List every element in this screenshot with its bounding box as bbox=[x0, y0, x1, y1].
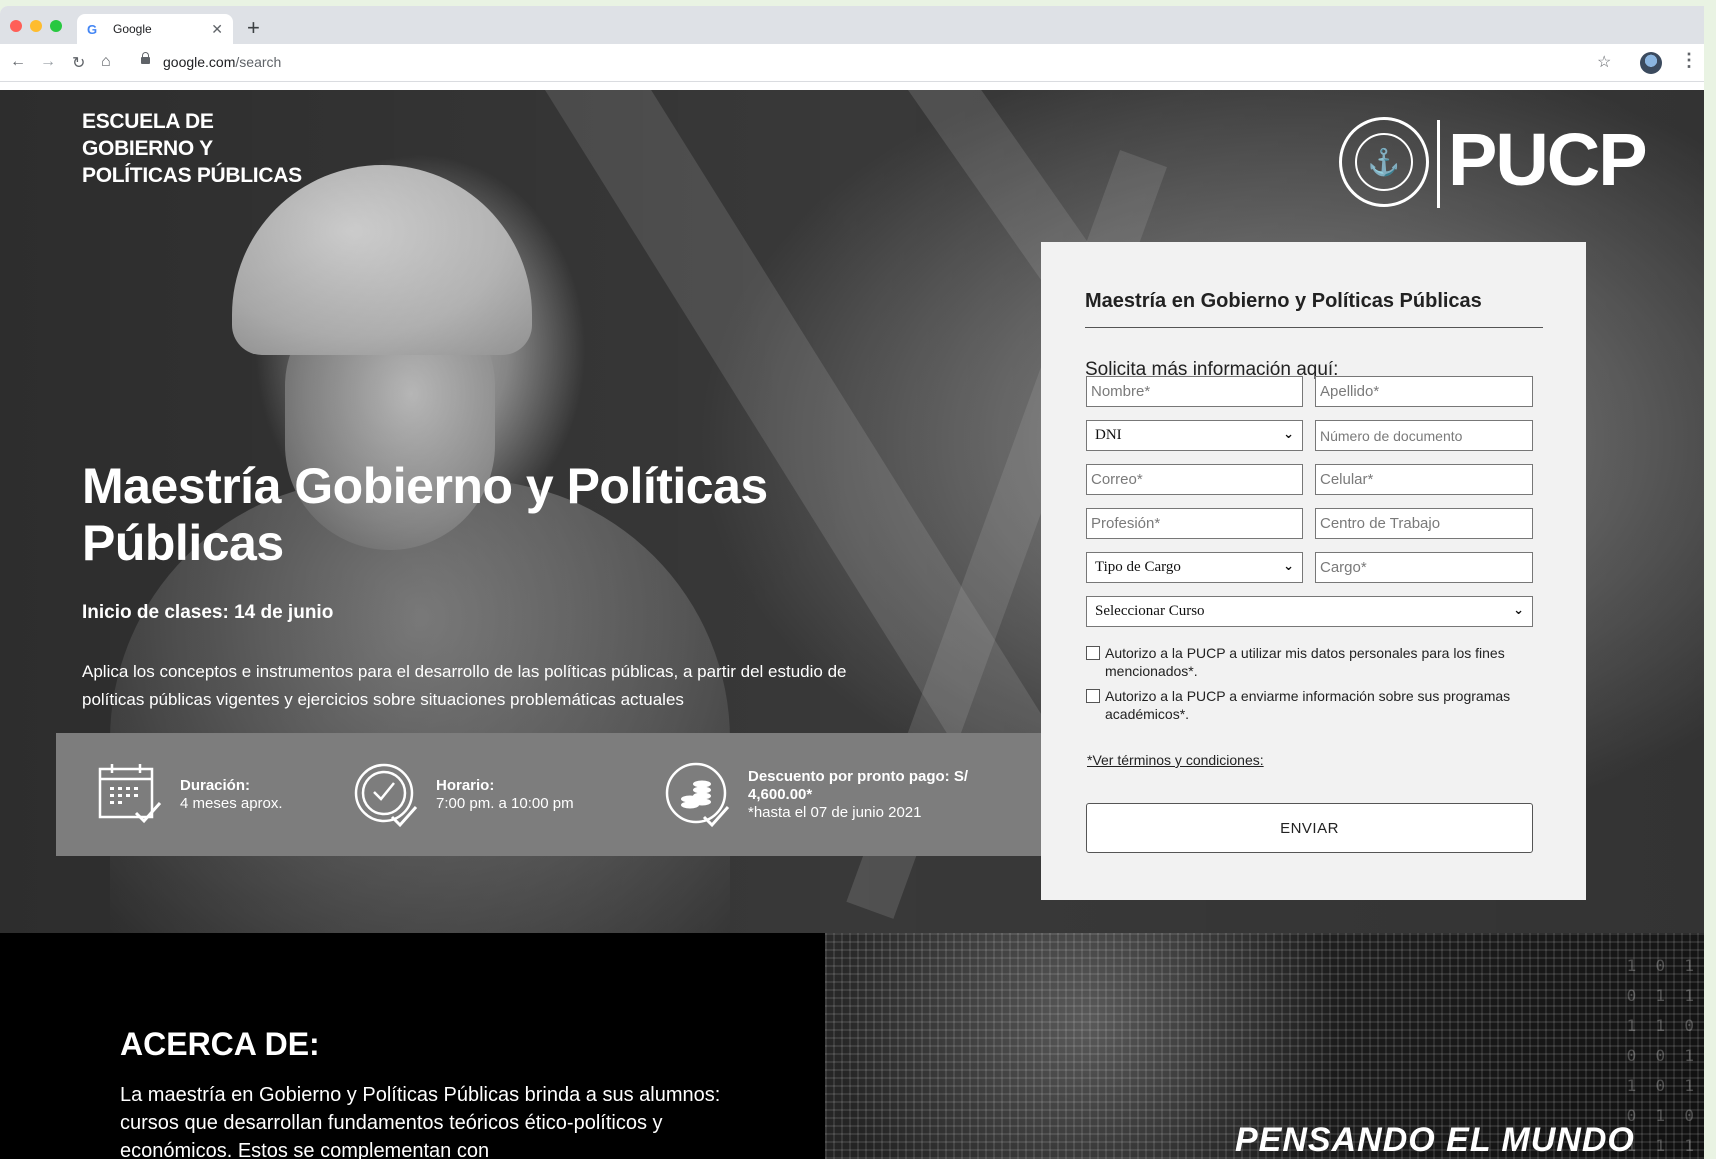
workplace-input[interactable] bbox=[1315, 508, 1533, 539]
home-icon[interactable]: ⌂ bbox=[101, 53, 111, 71]
minimize-window-button[interactable] bbox=[30, 20, 42, 32]
school-name-line: GOBIERNO Y bbox=[82, 137, 213, 160]
maximize-window-button[interactable] bbox=[50, 20, 62, 32]
consent-data-label: Autorizo a la PUCP a utilizar mis datos … bbox=[1105, 645, 1505, 679]
info-request-form: Maestría en Gobierno y Políticas Pública… bbox=[1041, 242, 1586, 900]
last-name-input[interactable] bbox=[1315, 376, 1533, 407]
schedule-text: Horario: 7:00 pm. a 10:00 pm bbox=[436, 777, 574, 813]
kebab-menu-icon[interactable]: ⋮ bbox=[1680, 50, 1698, 71]
world-banner: 1 0 1 0 1 1 1 1 0 0 0 1 1 0 1 0 1 0 1 1 … bbox=[825, 933, 1704, 1159]
duration-info: Duración: 4 meses aprox. bbox=[94, 733, 283, 856]
hero-section: ESCUELA DE GOBIERNO Y POLÍTICAS PÚBLICAS… bbox=[0, 90, 1704, 933]
position-input[interactable] bbox=[1315, 552, 1533, 583]
url-host: google.com bbox=[163, 54, 236, 70]
program-description: Aplica los conceptos e instrumentos para… bbox=[82, 662, 847, 709]
course-value: Seleccionar Curso bbox=[1095, 603, 1205, 619]
chevron-down-icon: ⌄ bbox=[1513, 603, 1524, 618]
document-number-input[interactable] bbox=[1315, 420, 1533, 451]
consent-info-label: Autorizo a la PUCP a enviarme informació… bbox=[1105, 688, 1511, 722]
consent-info-checkbox[interactable] bbox=[1086, 689, 1100, 703]
logo-divider bbox=[1437, 120, 1440, 208]
school-name-line: POLÍTICAS PÚBLICAS bbox=[82, 164, 302, 187]
first-name-input[interactable] bbox=[1086, 376, 1303, 407]
coins-icon bbox=[665, 762, 730, 827]
discount-info: Descuento por pronto pago: S/ 4,600.00* … bbox=[662, 733, 998, 856]
phone-input[interactable] bbox=[1315, 464, 1533, 495]
submit-button[interactable]: ENVIAR bbox=[1086, 803, 1533, 853]
duration-text: Duración: 4 meses aprox. bbox=[180, 777, 283, 813]
schedule-label: Horario: bbox=[436, 776, 495, 794]
document-type-select[interactable]: DNI ⌄ bbox=[1086, 420, 1303, 451]
web-page: ESCUELA DE GOBIERNO Y POLÍTICAS PÚBLICAS… bbox=[0, 90, 1704, 1159]
chevron-down-icon: ⌄ bbox=[1283, 427, 1294, 442]
consent-data-checkbox[interactable] bbox=[1086, 646, 1100, 660]
discount-text: Descuento por pronto pago: S/ 4,600.00* … bbox=[748, 768, 998, 822]
pucp-seal-icon: ⚓ bbox=[1339, 117, 1429, 207]
schedule-value: 7:00 pm. a 10:00 pm bbox=[436, 794, 574, 812]
form-divider bbox=[1085, 327, 1543, 328]
binary-pattern: 1 0 1 0 1 1 1 1 0 0 0 1 1 0 1 0 1 0 1 1 … bbox=[1626, 956, 1694, 1155]
google-favicon-icon: G bbox=[87, 21, 98, 37]
school-name-line: ESCUELA DE bbox=[82, 110, 214, 133]
bookmark-star-icon[interactable]: ☆ bbox=[1597, 52, 1611, 72]
duration-value: 4 meses aprox. bbox=[180, 794, 283, 812]
url-path: /search bbox=[235, 54, 282, 70]
world-banner-title: PENSANDO EL MUNDO bbox=[1235, 1121, 1635, 1159]
schedule-info: Horario: 7:00 pm. a 10:00 pm bbox=[350, 733, 574, 856]
class-start-date: Inicio de clases: 14 de junio bbox=[82, 602, 334, 623]
about-heading: ACERCA DE: bbox=[120, 1026, 320, 1062]
consent-info-row: Autorizo a la PUCP a enviarme informació… bbox=[1086, 687, 1546, 723]
calendar-icon bbox=[98, 763, 162, 823]
profession-input[interactable] bbox=[1086, 508, 1303, 539]
tab-title: Google bbox=[113, 22, 152, 36]
browser-window: G Google ✕ + ← → ↻ ⌂ google.com/search ☆… bbox=[0, 6, 1704, 1159]
duration-label: Duración: bbox=[180, 776, 251, 794]
close-window-button[interactable] bbox=[10, 20, 22, 32]
position-type-value: Tipo de Cargo bbox=[1095, 559, 1181, 575]
close-tab-icon[interactable]: ✕ bbox=[211, 21, 223, 38]
course-select[interactable]: Seleccionar Curso ⌄ bbox=[1086, 596, 1533, 627]
school-name: ESCUELA DE GOBIERNO Y POLÍTICAS PÚBLICAS bbox=[82, 108, 302, 189]
discount-deadline: *hasta el 07 de junio 2021 bbox=[748, 803, 922, 821]
address-bar[interactable]: google.com/search bbox=[163, 54, 281, 70]
pucp-logo: PUCP bbox=[1448, 118, 1648, 201]
clock-icon bbox=[354, 763, 418, 827]
email-input[interactable] bbox=[1086, 464, 1303, 495]
new-tab-button[interactable]: + bbox=[247, 15, 260, 41]
tab-bar: G Google ✕ + bbox=[0, 6, 1704, 44]
position-type-select[interactable]: Tipo de Cargo ⌄ bbox=[1086, 552, 1303, 583]
back-arrow-icon[interactable]: ← bbox=[10, 53, 26, 71]
about-text: La maestría en Gobierno y Políticas Públ… bbox=[120, 1084, 721, 1159]
browser-toolbar: ← → ↻ ⌂ google.com/search ☆ ⋮ bbox=[0, 44, 1704, 82]
about-section: ACERCA DE: La maestría en Gobierno y Pol… bbox=[0, 933, 825, 1159]
lock-icon bbox=[141, 52, 150, 65]
discount-label: Descuento por pronto pago: S/ 4,600.00* bbox=[748, 767, 968, 803]
forward-arrow-icon[interactable]: → bbox=[40, 53, 56, 71]
form-title: Maestría en Gobierno y Políticas Pública… bbox=[1085, 290, 1482, 312]
reload-icon[interactable]: ↻ bbox=[72, 53, 85, 73]
terms-link[interactable]: *Ver términos y condiciones: bbox=[1087, 752, 1264, 768]
document-type-value: DNI bbox=[1095, 427, 1122, 443]
page-title: Maestría Gobierno y Políticas Públicas bbox=[82, 458, 768, 571]
chevron-down-icon: ⌄ bbox=[1283, 559, 1294, 574]
browser-tab[interactable]: G Google ✕ bbox=[77, 14, 233, 44]
profile-avatar[interactable] bbox=[1640, 52, 1662, 74]
consent-data-row: Autorizo a la PUCP a utilizar mis datos … bbox=[1086, 644, 1546, 680]
program-info-bar: Duración: 4 meses aprox. Horario: 7:00 p… bbox=[56, 733, 1041, 856]
